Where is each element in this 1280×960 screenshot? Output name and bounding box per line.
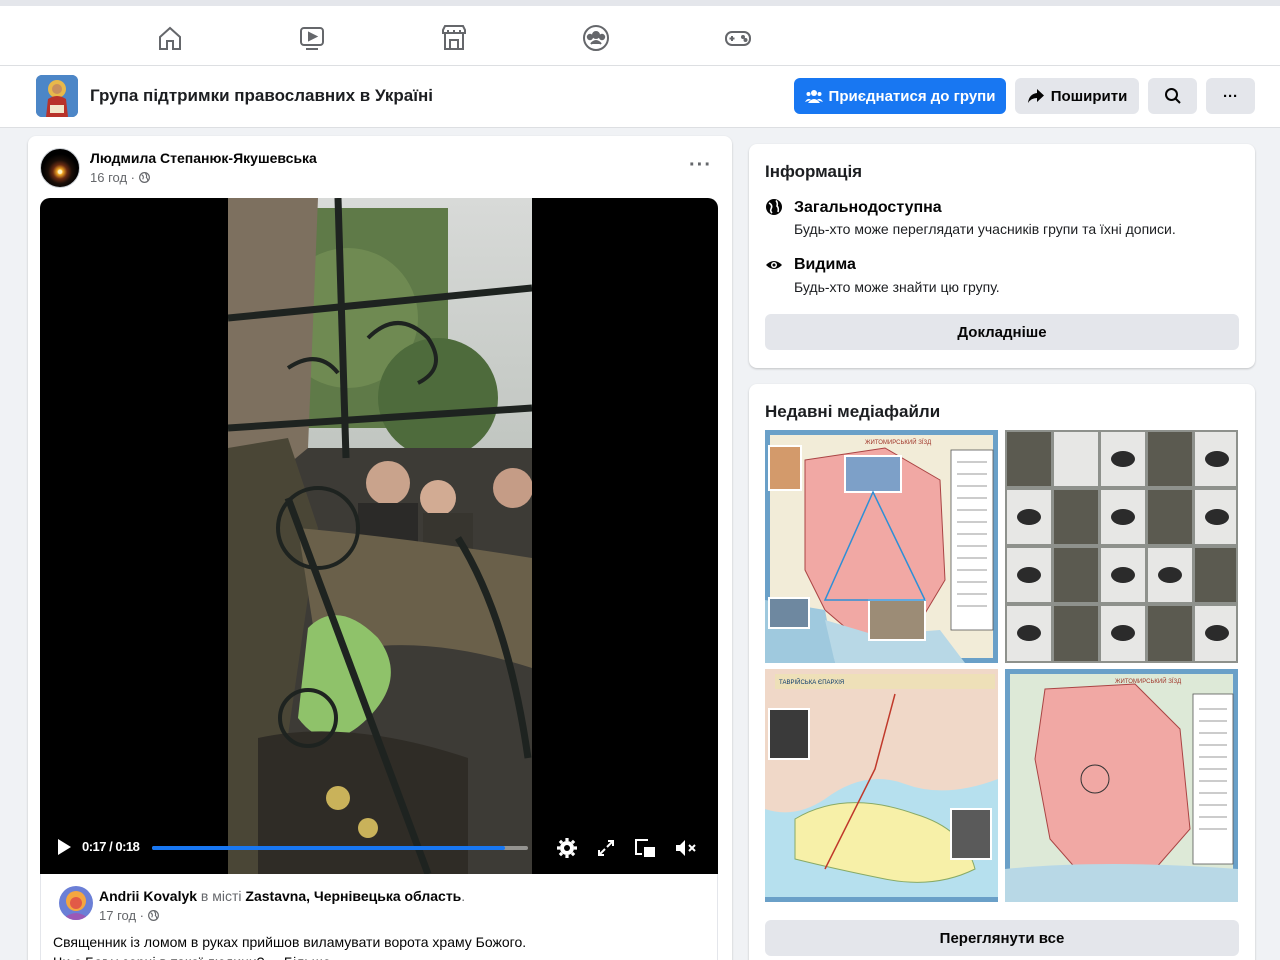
join-group-label: Приєднатися до групи	[828, 87, 996, 105]
post-timestamp[interactable]: 16 год ·	[90, 170, 150, 185]
media-thumbnail[interactable]	[1005, 430, 1238, 663]
settings-gear-icon[interactable]	[554, 835, 580, 861]
eye-icon	[766, 261, 782, 269]
video-player[interactable]: 0:17 / 0:18	[40, 198, 718, 874]
picture-in-picture-icon[interactable]	[632, 835, 658, 861]
muted-volume-icon[interactable]	[673, 835, 699, 861]
search-button[interactable]	[1148, 78, 1197, 114]
svg-text:ТАВРІЙСЬКА ЄПАРХІЯ: ТАВРІЙСЬКА ЄПАРХІЯ	[779, 678, 844, 686]
groups-icon[interactable]	[566, 18, 626, 58]
shared-author-name[interactable]: Andrii Kovalyk	[99, 888, 197, 904]
shared-post-text: Священник із ломом в руках прийшов вилам…	[53, 932, 526, 960]
public-title: Загальнодоступна	[794, 199, 942, 216]
info-title: Інформація	[765, 162, 863, 181]
svg-text:ЖИТОМИРСЬКИЙ ЗЇЗД: ЖИТОМИРСЬКИЙ ЗЇЗД	[865, 438, 931, 446]
location-period: .	[461, 888, 466, 904]
video-progress-fill	[152, 846, 506, 850]
shared-time-text: 17 год ·	[99, 908, 148, 923]
view-all-button[interactable]: Переглянути все	[765, 920, 1239, 956]
post-author-avatar[interactable]	[40, 148, 80, 188]
visible-title: Видима	[794, 256, 856, 273]
shared-author-avatar[interactable]	[59, 886, 93, 920]
shared-post: Andrii Kovalyk в місті Zastavna, Черніве…	[40, 874, 718, 960]
globe-icon	[147, 910, 159, 921]
shared-text-line-2[interactable]: Чи є Бог у серці в такої людини? ... Біл…	[53, 952, 526, 960]
shared-location-link[interactable]: Zastavna, Чернівецька область	[245, 888, 461, 904]
marketplace-icon[interactable]	[424, 18, 484, 58]
video-icon[interactable]	[282, 18, 342, 58]
post-card: Людмила Степанюк-Якушевська 16 год · ···	[28, 136, 732, 960]
media-thumbnail[interactable]: ЖИТОМИРСЬКИЙ ЗЇЗД	[1005, 669, 1238, 902]
post-time-text: 16 год ·	[90, 170, 139, 185]
group-info-card: Інформація Загальнодоступна Будь-хто мож…	[749, 144, 1255, 368]
group-header: Група підтримки православних в Україні П…	[0, 66, 1280, 128]
recent-media-card: Недавні медіафайли ЖИТОМИРСЬКИЙ ЗЇЗД ТАВ…	[749, 384, 1255, 960]
video-progress-bar[interactable]	[152, 846, 528, 850]
home-icon[interactable]	[140, 18, 200, 58]
top-navigation	[0, 0, 1280, 66]
gaming-icon[interactable]	[708, 18, 768, 58]
play-icon[interactable]	[56, 838, 72, 856]
shared-author-line: Andrii Kovalyk в місті Zastavna, Черніве…	[99, 888, 465, 904]
group-more-button[interactable]: ···	[1206, 78, 1255, 114]
svg-text:ЖИТОМИРСЬКИЙ ЗЇЗД: ЖИТОМИРСЬКИЙ ЗЇЗД	[1115, 677, 1181, 685]
video-controls: 0:17 / 0:18	[40, 822, 718, 874]
group-avatar[interactable]	[36, 75, 78, 117]
post-author-name[interactable]: Людмила Степанюк-Якушевська	[90, 150, 317, 166]
in-city-text: в місті	[197, 888, 246, 904]
share-label: Поширити	[1050, 87, 1128, 105]
shared-text-line-1: Священник із ломом в руках прийшов вилам…	[53, 934, 527, 950]
public-description: Будь-хто може переглядати учасників груп…	[794, 221, 1176, 237]
shared-timestamp[interactable]: 17 год ·	[99, 908, 159, 923]
more-icon: ···	[1223, 87, 1238, 105]
video-time: 0:17 / 0:18	[82, 839, 140, 854]
globe-icon	[138, 172, 150, 183]
group-title[interactable]: Група підтримки православних в Україні	[90, 86, 433, 106]
share-button[interactable]: Поширити	[1015, 78, 1139, 114]
share-arrow-icon	[1027, 89, 1044, 103]
recent-media-title: Недавні медіафайли	[765, 402, 941, 421]
join-group-icon	[804, 90, 823, 103]
media-thumbnail[interactable]: ТАВРІЙСЬКА ЄПАРХІЯ	[765, 669, 998, 902]
video-frame[interactable]	[228, 198, 532, 874]
post-options-button[interactable]: ···	[689, 154, 712, 177]
globe-icon	[766, 199, 782, 215]
learn-more-button[interactable]: Докладніше	[765, 314, 1239, 350]
search-icon	[1164, 88, 1181, 104]
fullscreen-icon[interactable]	[593, 835, 619, 861]
visible-description: Будь-хто може знайти цю групу.	[794, 279, 1000, 295]
join-group-button[interactable]: Приєднатися до групи	[794, 78, 1006, 114]
media-thumbnail[interactable]: ЖИТОМИРСЬКИЙ ЗЇЗД	[765, 430, 998, 663]
